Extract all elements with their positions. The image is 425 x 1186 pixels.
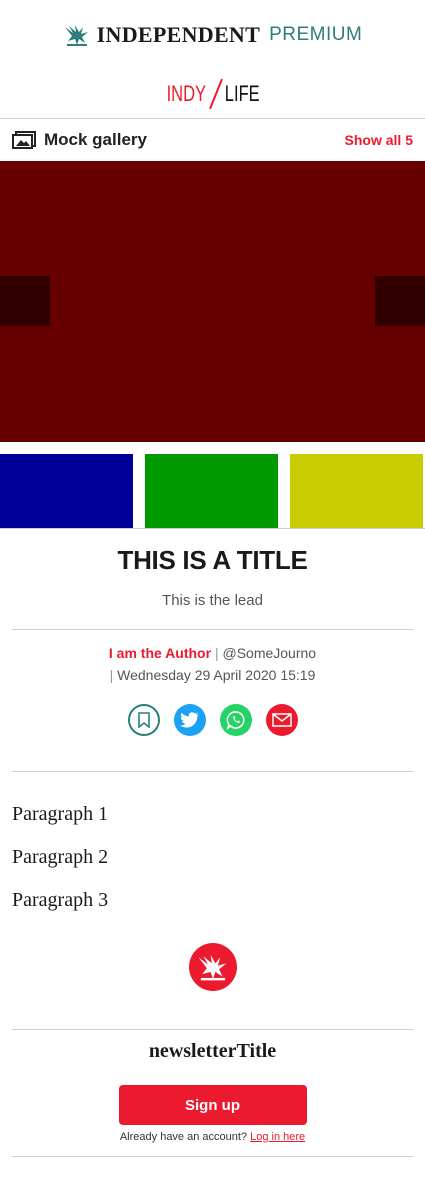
premium-label: PREMIUM xyxy=(269,24,363,45)
whatsapp-icon xyxy=(226,711,245,730)
gallery-thumbnail[interactable] xyxy=(0,454,133,528)
gallery-header: Mock gallery Show all 5 xyxy=(0,119,425,161)
slash-divider xyxy=(208,78,223,110)
masthead: INDEPENDENT PREMIUM xyxy=(0,0,425,70)
life-label: LIFE xyxy=(224,81,260,106)
email-icon xyxy=(271,713,292,727)
paragraph: Paragraph 3 xyxy=(12,889,109,911)
brand-name: INDEPENDENT xyxy=(96,22,261,47)
publish-date: Wednesday 29 April 2020 15:19 xyxy=(117,667,316,683)
gallery-title: Mock gallery xyxy=(44,130,147,149)
independent-logo[interactable]: INDEPENDENT PREMIUM xyxy=(63,22,363,48)
eagle-icon xyxy=(197,954,226,981)
share-bar xyxy=(0,686,425,771)
byline: I am the Author | @SomeJourno | Wednesda… xyxy=(108,645,317,683)
divider xyxy=(12,1156,413,1157)
paragraph: Paragraph 2 xyxy=(12,846,109,868)
gallery: Mock gallery Show all 5 xyxy=(0,119,425,528)
author-handle[interactable]: @SomeJourno xyxy=(222,645,316,661)
gallery-thumbnail[interactable] xyxy=(145,454,278,528)
article-header: THIS IS A TITLE This is the lead xyxy=(0,529,425,609)
show-all-link[interactable]: Show all 5 xyxy=(345,132,413,148)
account-prompt: Already have an account? xyxy=(119,1131,248,1143)
indy-life-logo[interactable]: INDY LIFE xyxy=(0,70,425,118)
gallery-prev-button[interactable] xyxy=(0,276,50,326)
newsletter-signup: newsletterTitle Sign up Already have an … xyxy=(0,1030,425,1143)
article-body: Paragraph 1 Paragraph 2 Paragraph 3 xyxy=(0,772,425,912)
eagle-icon xyxy=(64,25,88,46)
bookmark-button[interactable] xyxy=(127,704,160,736)
paragraph: Paragraph 1 xyxy=(12,803,109,825)
gallery-next-button[interactable] xyxy=(375,276,425,326)
bookmark-icon xyxy=(137,712,150,728)
twitter-icon xyxy=(179,712,199,728)
email-share-button[interactable] xyxy=(265,704,298,736)
login-prompt: Already have an account? Log in here xyxy=(0,1131,425,1143)
whatsapp-share-button[interactable] xyxy=(219,704,252,736)
sign-up-button[interactable]: Sign up xyxy=(118,1085,307,1125)
gallery-main-slide[interactable] xyxy=(0,161,425,442)
article-title: THIS IS A TITLE xyxy=(117,545,308,575)
login-link[interactable]: Log in here xyxy=(250,1131,305,1143)
gallery-thumbnail[interactable] xyxy=(290,454,423,528)
indy-label: INDY xyxy=(166,81,206,106)
article-lead: This is the lead xyxy=(162,592,263,609)
end-of-article-logo xyxy=(0,931,425,1029)
gallery-icon xyxy=(12,131,36,149)
newsletter-title: newsletterTitle xyxy=(148,1040,277,1062)
gallery-thumbnails xyxy=(0,442,425,528)
twitter-share-button[interactable] xyxy=(173,704,206,736)
author-link[interactable]: I am the Author xyxy=(109,645,211,661)
